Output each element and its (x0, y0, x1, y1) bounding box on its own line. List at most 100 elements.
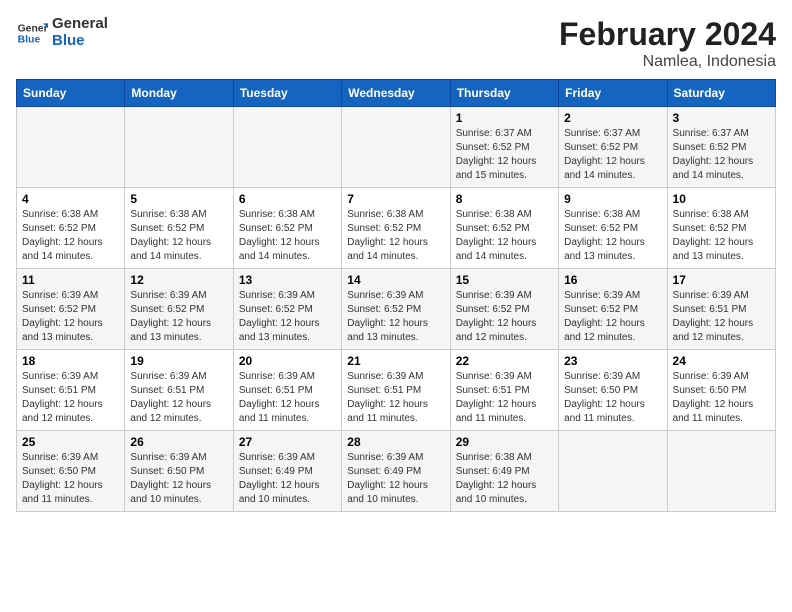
page-subtitle: Namlea, Indonesia (559, 53, 776, 71)
day-number: 14 (347, 273, 444, 287)
day-number: 5 (130, 192, 227, 206)
day-number: 22 (456, 354, 553, 368)
weekday-header: Friday (559, 80, 667, 107)
weekday-header: Saturday (667, 80, 775, 107)
page-title: February 2024 (559, 16, 776, 53)
calendar-cell: 3 Sunrise: 6:37 AM Sunset: 6:52 PM Daylig… (667, 107, 775, 188)
day-number: 21 (347, 354, 444, 368)
weekday-header: Tuesday (233, 80, 341, 107)
calendar-cell: 12 Sunrise: 6:39 AM Sunset: 6:52 PM Dayli… (125, 269, 233, 350)
calendar-cell: 22 Sunrise: 6:39 AM Sunset: 6:51 PM Dayli… (450, 350, 558, 431)
day-number: 8 (456, 192, 553, 206)
day-info: Sunrise: 6:39 AM Sunset: 6:50 PM Dayligh… (130, 451, 227, 507)
day-info: Sunrise: 6:39 AM Sunset: 6:49 PM Dayligh… (239, 451, 336, 507)
day-info: Sunrise: 6:37 AM Sunset: 6:52 PM Dayligh… (456, 127, 553, 183)
day-info: Sunrise: 6:39 AM Sunset: 6:51 PM Dayligh… (22, 370, 119, 426)
day-number: 16 (564, 273, 661, 287)
day-number: 13 (239, 273, 336, 287)
calendar-week-row: 4Sunrise: 6:38 AM Sunset: 6:52 PM Daylig… (17, 188, 776, 269)
calendar-cell: 26 Sunrise: 6:39 AM Sunset: 6:50 PM Dayli… (125, 431, 233, 512)
calendar-cell: 5 Sunrise: 6:38 AM Sunset: 6:52 PM Daylig… (125, 188, 233, 269)
calendar-cell: 23Sunrise: 6:39 AM Sunset: 6:50 PM Dayli… (559, 350, 667, 431)
logo-general: General (52, 16, 108, 33)
calendar-cell: 8Sunrise: 6:38 AM Sunset: 6:52 PM Daylig… (450, 188, 558, 269)
calendar-cell: 27Sunrise: 6:39 AM Sunset: 6:49 PM Dayli… (233, 431, 341, 512)
day-info: Sunrise: 6:39 AM Sunset: 6:52 PM Dayligh… (130, 289, 227, 345)
calendar-cell: 2Sunrise: 6:37 AM Sunset: 6:52 PM Daylig… (559, 107, 667, 188)
day-info: Sunrise: 6:39 AM Sunset: 6:49 PM Dayligh… (347, 451, 444, 507)
calendar-cell: 10 Sunrise: 6:38 AM Sunset: 6:52 PM Dayli… (667, 188, 775, 269)
day-number: 28 (347, 435, 444, 449)
day-number: 19 (130, 354, 227, 368)
calendar-cell: 16 Sunrise: 6:39 AM Sunset: 6:52 PM Dayli… (559, 269, 667, 350)
calendar-week-row: 11 Sunrise: 6:39 AM Sunset: 6:52 PM Dayli… (17, 269, 776, 350)
weekday-header: Monday (125, 80, 233, 107)
day-number: 20 (239, 354, 336, 368)
day-number: 6 (239, 192, 336, 206)
day-info: Sunrise: 6:39 AM Sunset: 6:52 PM Dayligh… (456, 289, 553, 345)
calendar-week-row: 1 Sunrise: 6:37 AM Sunset: 6:52 PM Daylig… (17, 107, 776, 188)
calendar-cell: 9 Sunrise: 6:38 AM Sunset: 6:52 PM Daylig… (559, 188, 667, 269)
calendar-cell: 24 Sunrise: 6:39 AM Sunset: 6:50 PM Dayli… (667, 350, 775, 431)
weekday-header: Wednesday (342, 80, 450, 107)
calendar-cell: 17Sunrise: 6:39 AM Sunset: 6:51 PM Dayli… (667, 269, 775, 350)
day-number: 26 (130, 435, 227, 449)
calendar-table: SundayMondayTuesdayWednesdayThursdayFrid… (16, 79, 776, 512)
day-number: 10 (673, 192, 770, 206)
day-number: 11 (22, 273, 119, 287)
calendar-cell: 20 Sunrise: 6:39 AM Sunset: 6:51 PM Dayli… (233, 350, 341, 431)
day-info: Sunrise: 6:38 AM Sunset: 6:52 PM Dayligh… (22, 208, 119, 264)
day-info: Sunrise: 6:38 AM Sunset: 6:52 PM Dayligh… (130, 208, 227, 264)
calendar-cell: 15 Sunrise: 6:39 AM Sunset: 6:52 PM Dayli… (450, 269, 558, 350)
day-number: 9 (564, 192, 661, 206)
calendar-cell: 1 Sunrise: 6:37 AM Sunset: 6:52 PM Daylig… (450, 107, 558, 188)
weekday-header: Thursday (450, 80, 558, 107)
calendar-cell (233, 107, 341, 188)
day-info: Sunrise: 6:38 AM Sunset: 6:52 PM Dayligh… (347, 208, 444, 264)
svg-text:Blue: Blue (18, 34, 41, 45)
day-number: 1 (456, 111, 553, 125)
day-info: Sunrise: 6:39 AM Sunset: 6:51 PM Dayligh… (239, 370, 336, 426)
calendar-cell: 4Sunrise: 6:38 AM Sunset: 6:52 PM Daylig… (17, 188, 125, 269)
day-info: Sunrise: 6:39 AM Sunset: 6:50 PM Dayligh… (673, 370, 770, 426)
day-info: Sunrise: 6:38 AM Sunset: 6:52 PM Dayligh… (673, 208, 770, 264)
calendar-cell (125, 107, 233, 188)
day-info: Sunrise: 6:39 AM Sunset: 6:51 PM Dayligh… (456, 370, 553, 426)
calendar-cell: 18 Sunrise: 6:39 AM Sunset: 6:51 PM Dayli… (17, 350, 125, 431)
day-info: Sunrise: 6:39 AM Sunset: 6:51 PM Dayligh… (130, 370, 227, 426)
day-info: Sunrise: 6:39 AM Sunset: 6:51 PM Dayligh… (347, 370, 444, 426)
calendar-cell: 11 Sunrise: 6:39 AM Sunset: 6:52 PM Dayli… (17, 269, 125, 350)
day-info: Sunrise: 6:38 AM Sunset: 6:52 PM Dayligh… (564, 208, 661, 264)
calendar-cell: 21 Sunrise: 6:39 AM Sunset: 6:51 PM Dayli… (342, 350, 450, 431)
day-info: Sunrise: 6:39 AM Sunset: 6:52 PM Dayligh… (564, 289, 661, 345)
calendar-header-row: SundayMondayTuesdayWednesdayThursdayFrid… (17, 80, 776, 107)
day-info: Sunrise: 6:38 AM Sunset: 6:49 PM Dayligh… (456, 451, 553, 507)
calendar-cell: 7Sunrise: 6:38 AM Sunset: 6:52 PM Daylig… (342, 188, 450, 269)
svg-text:General: General (18, 23, 48, 34)
title-area: February 2024 Namlea, Indonesia (559, 16, 776, 71)
day-info: Sunrise: 6:39 AM Sunset: 6:50 PM Dayligh… (22, 451, 119, 507)
calendar-cell: 19 Sunrise: 6:39 AM Sunset: 6:51 PM Dayli… (125, 350, 233, 431)
day-number: 3 (673, 111, 770, 125)
day-number: 15 (456, 273, 553, 287)
calendar-cell (17, 107, 125, 188)
day-number: 18 (22, 354, 119, 368)
day-info: Sunrise: 6:39 AM Sunset: 6:52 PM Dayligh… (22, 289, 119, 345)
calendar-cell: 29Sunrise: 6:38 AM Sunset: 6:49 PM Dayli… (450, 431, 558, 512)
day-number: 2 (564, 111, 661, 125)
day-info: Sunrise: 6:39 AM Sunset: 6:52 PM Dayligh… (347, 289, 444, 345)
day-number: 12 (130, 273, 227, 287)
day-info: Sunrise: 6:39 AM Sunset: 6:52 PM Dayligh… (239, 289, 336, 345)
page-header: General Blue General Blue February 2024 … (16, 16, 776, 71)
calendar-cell: 13 Sunrise: 6:39 AM Sunset: 6:52 PM Dayli… (233, 269, 341, 350)
calendar-cell: 6Sunrise: 6:38 AM Sunset: 6:52 PM Daylig… (233, 188, 341, 269)
day-number: 24 (673, 354, 770, 368)
day-number: 23 (564, 354, 661, 368)
calendar-cell: 14 Sunrise: 6:39 AM Sunset: 6:52 PM Dayli… (342, 269, 450, 350)
day-info: Sunrise: 6:37 AM Sunset: 6:52 PM Dayligh… (673, 127, 770, 183)
day-number: 17 (673, 273, 770, 287)
calendar-cell: 28 Sunrise: 6:39 AM Sunset: 6:49 PM Dayli… (342, 431, 450, 512)
logo-blue: Blue (52, 33, 108, 50)
calendar-cell (559, 431, 667, 512)
logo-icon: General Blue (16, 17, 48, 49)
